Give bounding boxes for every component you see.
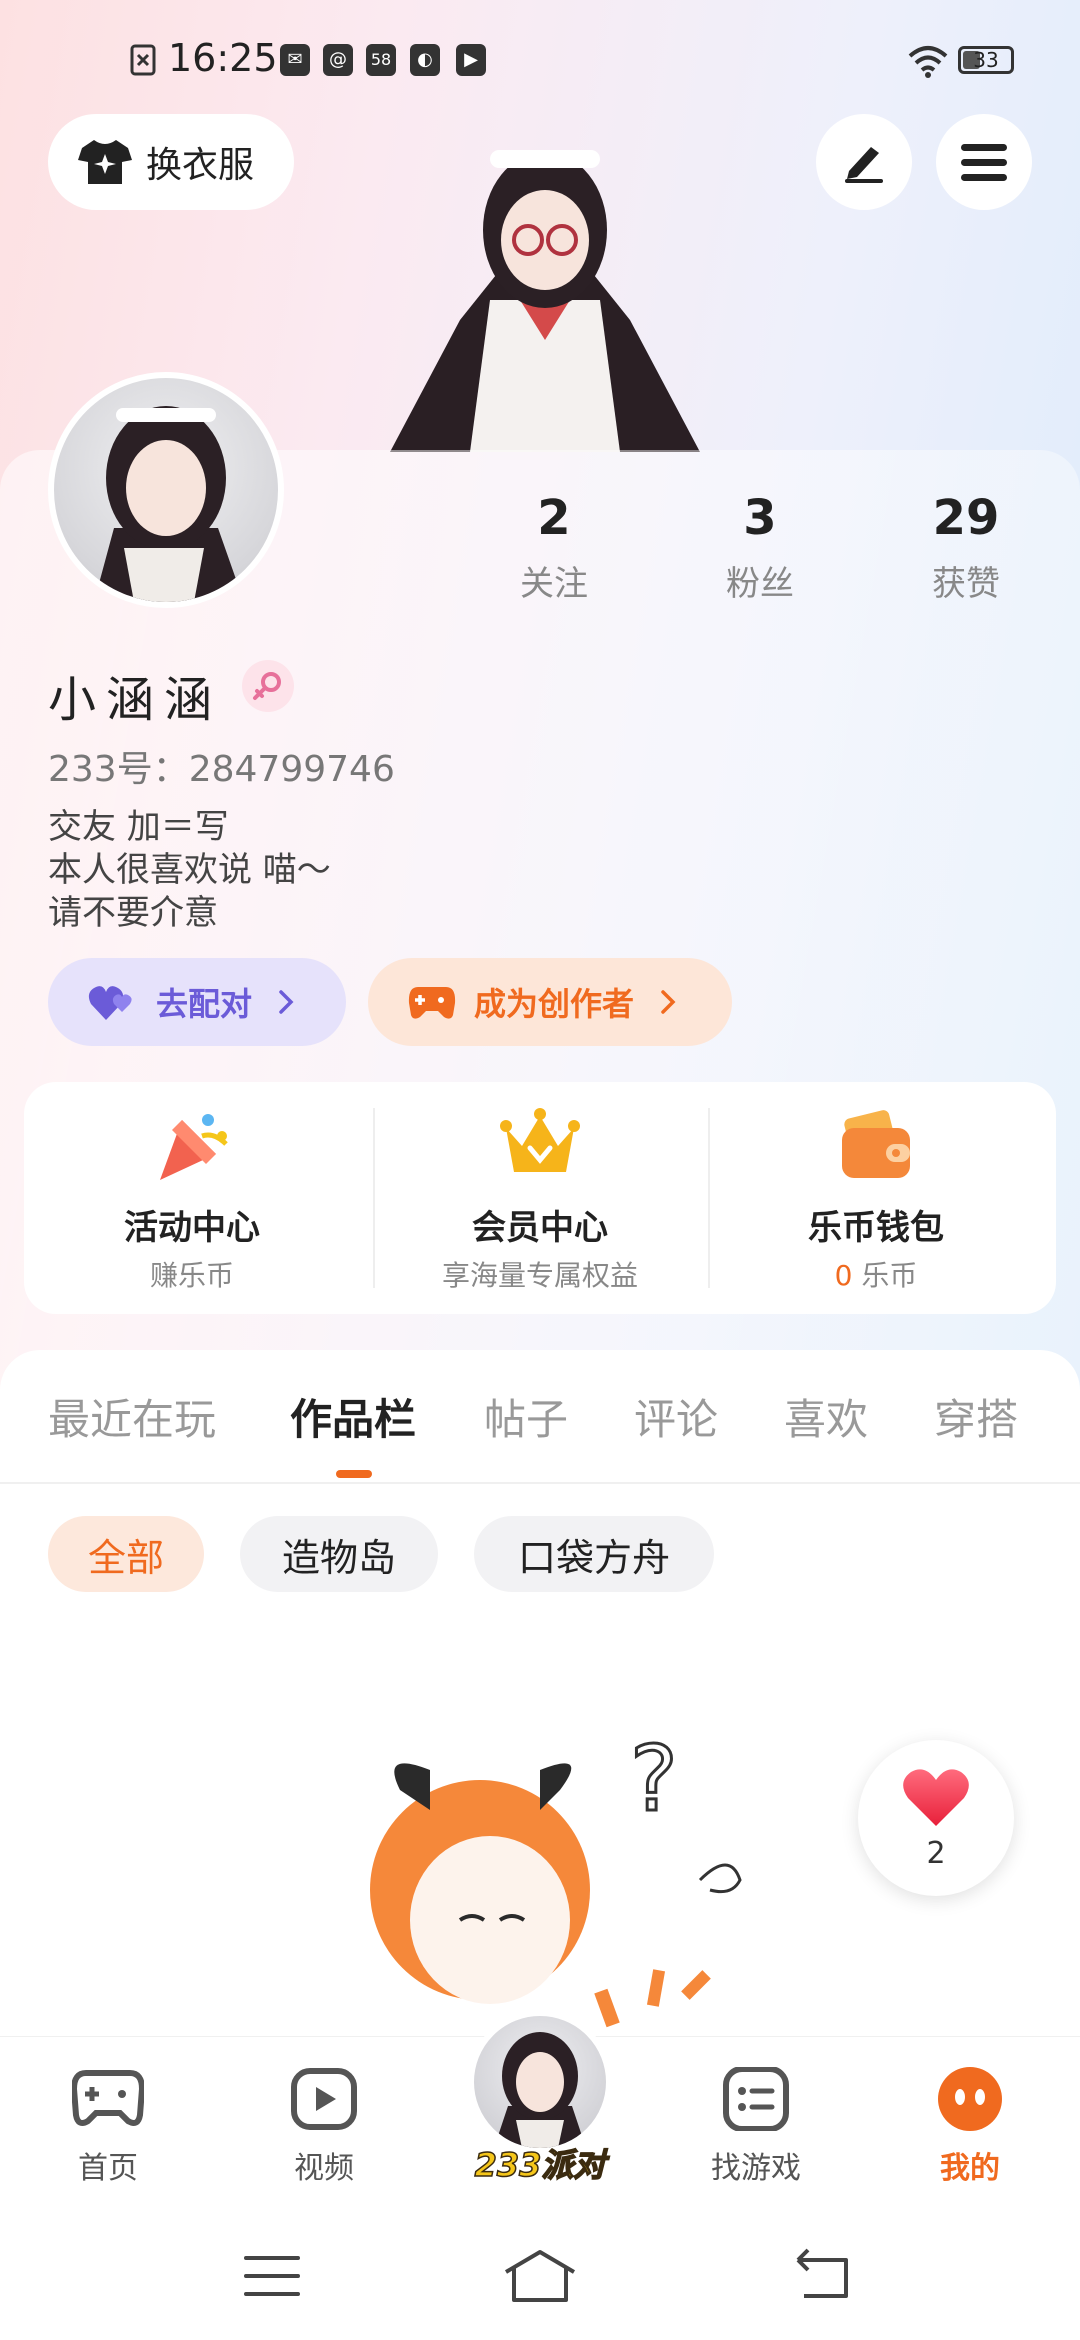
followers-stat[interactable]: 3 粉丝 — [680, 490, 840, 605]
heart-icon — [903, 1769, 969, 1826]
menu-button[interactable] — [936, 114, 1032, 210]
following-label: 关注 — [520, 564, 588, 604]
member-center-title: 会员中心 — [472, 1208, 608, 1248]
member-center-subtitle: 享海量专属权益 — [441, 1259, 638, 1292]
system-navigation-bar — [0, 2210, 1080, 2340]
profile-tabs: 最近在玩 作品栏 帖子 评论 喜欢 穿搭 — [0, 1386, 1080, 1496]
coin-wallet-item[interactable]: 乐币钱包 0 乐币 — [708, 1082, 1044, 1314]
leaf-notification-icon: ◐ — [410, 44, 440, 76]
coin-balance: 0 — [834, 1259, 853, 1292]
nav-me-label: 我的 — [940, 2151, 1000, 2186]
become-creator-label: 成为创作者 — [474, 985, 635, 1023]
tab-comments[interactable]: 评论 — [634, 1386, 718, 1447]
likes-label: 获赞 — [932, 564, 1000, 604]
active-tab-indicator — [336, 1470, 372, 1478]
following-stat[interactable]: 2 关注 — [474, 490, 634, 605]
user-bio: 交友 加＝写 本人很喜欢说 喵～ 请不要介意 — [48, 807, 331, 933]
status-time: 16:25 — [168, 36, 278, 80]
battery-level: 33 — [973, 48, 999, 72]
wifi-icon — [908, 46, 948, 78]
chevron-right-icon — [279, 990, 294, 1014]
nav-party-avatar[interactable] — [468, 2010, 612, 2154]
avatar-image — [94, 406, 244, 602]
go-match-button[interactable]: 去配对 — [48, 958, 346, 1046]
filter-chip-all[interactable]: 全部 — [48, 1516, 204, 1592]
filter-chip-pocket-ark[interactable]: 口袋方舟 — [474, 1516, 714, 1592]
profile-avatar[interactable] — [48, 372, 284, 608]
battery-icon: 33 — [958, 46, 1014, 74]
go-match-label: 去配对 — [156, 985, 253, 1023]
nav-party-label[interactable]: 233派对 — [470, 2140, 610, 2186]
back-icon[interactable] — [784, 2246, 864, 2306]
activity-center-title: 活动中心 — [124, 1208, 260, 1248]
tab-posts[interactable]: 帖子 — [484, 1386, 568, 1447]
followers-count: 3 — [743, 490, 777, 546]
video-notification-icon: ▶ — [456, 44, 486, 76]
tab-outfits[interactable]: 穿搭 — [934, 1386, 1018, 1447]
female-gender-icon — [242, 660, 294, 712]
crown-icon — [500, 1108, 580, 1172]
nav-home[interactable]: 首页 — [38, 2067, 178, 2187]
coin-unit: 乐币 — [861, 1259, 918, 1292]
activity-center-item[interactable]: 活动中心 赚乐币 — [24, 1082, 360, 1314]
member-center-item[interactable]: 会员中心 享海量专属权益 — [372, 1082, 708, 1314]
app-notification-icon: @ — [323, 44, 353, 76]
activity-center-subtitle: 赚乐币 — [149, 1259, 234, 1292]
sim-icon — [130, 44, 156, 76]
like-float-button[interactable]: 2 — [858, 1740, 1014, 1896]
change-outfit-label: 换衣服 — [146, 145, 255, 186]
avatar-3d-figure — [390, 150, 700, 452]
change-outfit-button[interactable]: 换衣服 — [48, 114, 294, 210]
tabs-divider — [0, 1482, 1080, 1484]
nav-me[interactable]: 我的 — [900, 2067, 1040, 2187]
tshirt-icon — [78, 140, 132, 184]
pen-icon — [845, 147, 883, 183]
party-avatar-image — [494, 2032, 586, 2148]
nav-video-label: 视频 — [294, 2151, 354, 2186]
likes-count: 29 — [932, 490, 1000, 546]
wallet-icon — [842, 1110, 910, 1178]
nav-find-games-label: 找游戏 — [711, 2151, 801, 2186]
hamburger-menu-icon — [961, 144, 1007, 181]
following-count: 2 — [537, 490, 571, 546]
chevron-right-icon — [661, 990, 676, 1014]
likes-stat[interactable]: 29 获赞 — [886, 490, 1046, 605]
coin-wallet-subtitle: 0 乐币 — [708, 1254, 1044, 1294]
like-float-count: 2 — [926, 1836, 946, 1871]
edit-profile-button[interactable] — [816, 114, 912, 210]
empty-state-illustration: ? — [370, 1726, 742, 2028]
home-icon[interactable] — [500, 2246, 580, 2306]
heart-pair-icon — [88, 986, 132, 1020]
nav-video[interactable]: 视频 — [254, 2067, 394, 2187]
list-icon — [723, 2066, 789, 2132]
party-popper-icon — [160, 1114, 228, 1180]
user-id: 233号：284799746 — [48, 749, 395, 790]
coin-wallet-title: 乐币钱包 — [808, 1208, 944, 1248]
followers-label: 粉丝 — [726, 564, 794, 604]
nav-find-games[interactable]: 找游戏 — [686, 2066, 826, 2187]
tab-recently-played[interactable]: 最近在玩 — [48, 1386, 216, 1447]
tab-works[interactable]: 作品栏 — [290, 1386, 416, 1447]
quick-actions-card: 活动中心 赚乐币 会员中心 享海量专属权益 乐币钱包 0 乐币 — [24, 1082, 1056, 1314]
mail-notification-icon: ✉ — [280, 44, 310, 76]
tab-likes[interactable]: 喜欢 — [784, 1386, 868, 1447]
play-icon — [291, 2068, 357, 2130]
nav-home-label: 首页 — [78, 2151, 138, 2186]
username: 小涵涵 — [48, 672, 223, 728]
me-face-icon — [938, 2067, 1002, 2131]
filter-chip-creation-island[interactable]: 造物岛 — [240, 1516, 438, 1592]
become-creator-button[interactable]: 成为创作者 — [368, 958, 732, 1046]
recent-apps-icon[interactable] — [232, 2246, 312, 2306]
app-58-notification-icon: 58 — [366, 44, 396, 76]
gamepad-icon — [70, 2070, 146, 2126]
svg-text:?: ? — [630, 1727, 678, 1832]
gamepad-icon — [408, 987, 456, 1019]
